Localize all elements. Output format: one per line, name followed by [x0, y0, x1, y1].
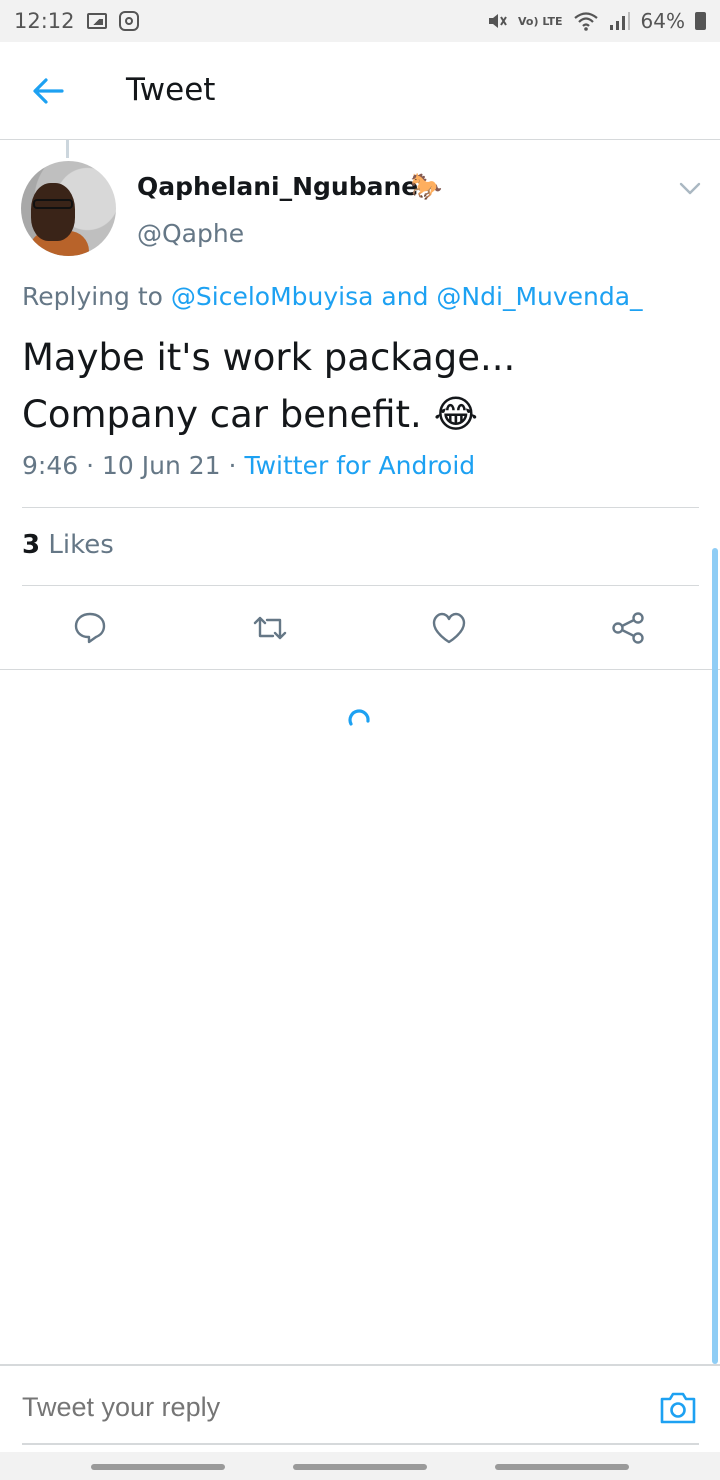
comment-icon: [74, 612, 106, 644]
tweet-text: Maybe it's work package... Company car b…: [22, 330, 702, 443]
avatar-glasses: [33, 199, 73, 209]
tweet-text-line-1: Maybe it's work package...: [22, 336, 516, 379]
system-nav-bar: [0, 1452, 720, 1480]
wifi-icon: [573, 12, 598, 31]
divider: [0, 669, 720, 670]
meta-separator-2: ·: [228, 451, 237, 480]
mention-link-1[interactable]: @SiceloMbuyisa: [171, 282, 374, 311]
page-title: Tweet: [126, 72, 216, 108]
divider: [22, 585, 699, 586]
likes-label: Likes: [48, 530, 114, 560]
replying-prefix: Replying to: [22, 282, 163, 311]
like-button[interactable]: [427, 606, 471, 650]
horse-emoji-icon: 🐎: [410, 172, 443, 202]
author-handle[interactable]: @Qaphe: [137, 219, 244, 248]
top-app-bar: Tweet: [0, 42, 720, 140]
lte-indicator: Vo) LTE: [518, 14, 563, 28]
arrow-left-icon[interactable]: [30, 75, 66, 107]
nav-back-button[interactable]: [91, 1464, 225, 1470]
status-bar: 12:12 Vo) LTE 64%: [0, 0, 720, 42]
mute-icon: [489, 14, 507, 28]
scrollbar[interactable]: [712, 548, 718, 1364]
replying-to-line: Replying to @SiceloMbuyisa and @Ndi_Muve…: [22, 282, 643, 311]
avatar[interactable]: [21, 161, 116, 256]
nav-home-button[interactable]: [293, 1464, 427, 1470]
retweet-button[interactable]: [248, 606, 292, 650]
share-icon: [612, 612, 644, 644]
avatar-face: [31, 183, 75, 241]
reply-input-underline: [22, 1443, 699, 1445]
tweet-actions: [0, 606, 720, 650]
tweet-date: 10 Jun 21: [102, 451, 221, 480]
loading-spinner-icon: [348, 709, 370, 726]
likes-count[interactable]: 3 Likes: [22, 530, 114, 560]
author-name[interactable]: Qaphelani_Ngubane: [137, 172, 418, 201]
divider: [22, 507, 699, 508]
reply-button[interactable]: [68, 606, 112, 650]
likes-number: 3: [22, 530, 41, 560]
battery-percent: 64%: [640, 9, 685, 33]
tweet-source-link[interactable]: Twitter for Android: [244, 451, 475, 480]
meta-separator-1: ·: [86, 451, 95, 480]
chevron-down-icon[interactable]: [678, 178, 702, 198]
share-button[interactable]: [606, 606, 650, 650]
reply-input[interactable]: [22, 1392, 622, 1423]
tweet-text-line-2: Company car benefit. 😂: [22, 386, 702, 443]
status-time: 12:12: [14, 9, 75, 33]
tweet-time: 9:46: [22, 451, 79, 480]
thread-connector-line: [66, 140, 69, 158]
tweet-text-line-2-text: Company car benefit.: [22, 393, 422, 436]
gallery-notification-icon: [86, 13, 107, 29]
signal-icon: [609, 12, 630, 30]
instagram-notification-icon: [118, 11, 139, 31]
battery-icon: [695, 12, 706, 30]
mention-link-2[interactable]: @Ndi_Muvenda_: [436, 282, 642, 311]
camera-icon[interactable]: [658, 1390, 698, 1426]
nav-recents-button[interactable]: [495, 1464, 629, 1470]
replying-and: and: [381, 282, 429, 311]
heart-icon: [432, 612, 466, 644]
tweet-metadata: 9:46 · 10 Jun 21 · Twitter for Android: [22, 451, 475, 480]
retweet-icon: [253, 616, 287, 640]
laughing-emoji-icon: 😂: [433, 392, 478, 436]
